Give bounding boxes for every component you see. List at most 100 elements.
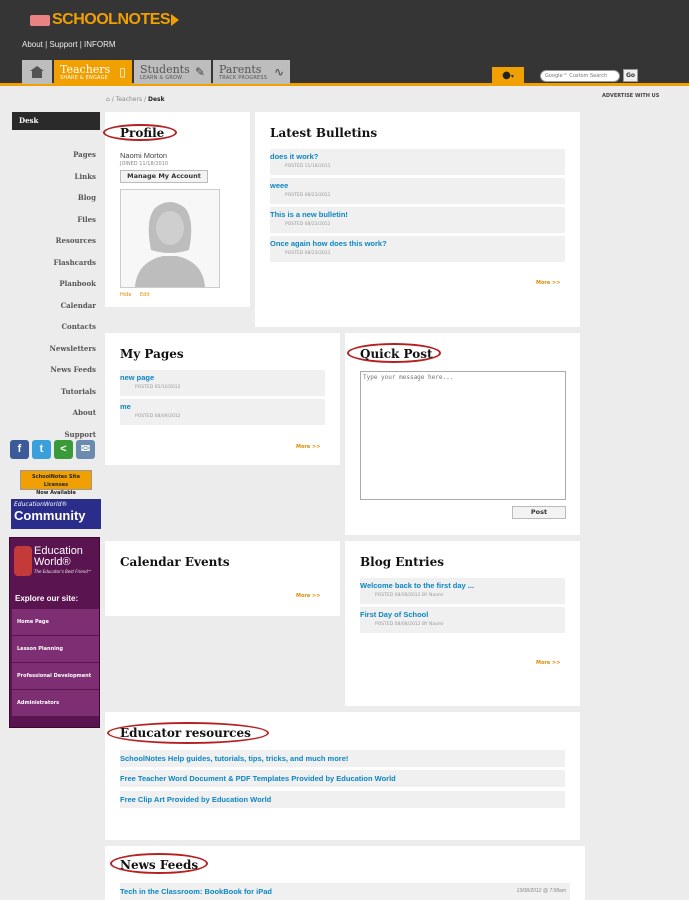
page-link[interactable]: me (120, 402, 131, 411)
logo-arrow-icon (171, 14, 180, 26)
avatar (120, 189, 220, 288)
resource-link-templates[interactable]: Free Teacher Word Document & PDF Templat… (120, 770, 565, 787)
support-link[interactable]: Support (49, 40, 77, 49)
tab-subtitle: TRACK PROGRESS (219, 74, 268, 81)
user-menu-button[interactable]: ●▾ (492, 67, 524, 85)
ew-name: Education World® (34, 545, 83, 568)
sidebar-item-pages[interactable]: Pages (12, 144, 100, 166)
page-date: POSTED 08/09/2012 (135, 414, 181, 419)
calendar-title: Calendar Events (120, 555, 230, 569)
home-icon[interactable]: ⌂ (106, 96, 110, 103)
sidebar-item-contacts[interactable]: Contacts (12, 316, 100, 338)
sidebar-nav: Desk Pages Links Blog Files Resources Fl… (12, 112, 100, 445)
link-separator: | (45, 40, 48, 49)
post-button[interactable]: Post (512, 506, 566, 519)
my-pages-panel: My Pages new page POSTED 05/10/2012 me P… (105, 333, 340, 465)
sidebar-item-flashcards[interactable]: Flashcards (12, 252, 100, 274)
edit-link[interactable]: Edit (140, 292, 150, 298)
ew-link-administrators[interactable]: Administrators (12, 690, 99, 717)
bulletin-date: POSTED 11/18/2011 (285, 164, 331, 169)
ew-community-small: EducationWorld® (14, 501, 68, 508)
search-input[interactable] (540, 70, 620, 82)
hide-link[interactable]: Hide (120, 292, 131, 298)
pulse-icon: ∿ (273, 65, 284, 79)
tab-students[interactable]: Students LEARN & GROW ✎ (134, 60, 211, 84)
page-date: POSTED 05/10/2012 (135, 385, 181, 390)
sidebar-item-links[interactable]: Links (12, 166, 100, 188)
bulletins-more-link[interactable]: More >> (536, 280, 560, 286)
twitter-icon[interactable]: t (32, 440, 51, 459)
my-pages-more-link[interactable]: More >> (296, 444, 320, 450)
site-license-banner[interactable]: SchoolNotes Site Licenses Now Available (20, 470, 92, 496)
tab-subtitle: LEARN & GROW (140, 74, 183, 81)
blog-title: Blog Entries (360, 555, 444, 569)
news-feed-item[interactable]: Tech in the Classroom: BookBook for iPad… (120, 883, 570, 900)
ew-link-lesson-planning[interactable]: Lesson Planning (12, 636, 99, 663)
bulletin-link[interactable]: does it work? (270, 152, 318, 161)
list-item: does it work? POSTED 11/18/2011 (270, 149, 565, 175)
bulletins-title: Latest Bulletins (270, 126, 378, 140)
inform-link[interactable]: INFORM (84, 40, 116, 49)
tab-home[interactable] (22, 60, 52, 84)
profile-name: Naomi Morton (120, 151, 168, 160)
sidebar-item-planbook[interactable]: Planbook (12, 273, 100, 295)
sidebar-item-about[interactable]: About (12, 402, 100, 424)
breadcrumb-desk: Desk (147, 96, 165, 103)
quick-post-textarea[interactable] (360, 371, 566, 500)
bulletin-link[interactable]: weee (270, 181, 288, 190)
blog-entry-date: POSTED 08/08/2012 BY Naomi (375, 593, 444, 598)
sidebar-item-desk[interactable]: Desk (12, 112, 100, 130)
manage-account-button[interactable]: Manage My Account (120, 170, 208, 183)
top-links: About | Support | INFORM (22, 40, 116, 49)
blog-entry-date: POSTED 08/08/2012 BY Naomi (375, 622, 444, 627)
sidebar-item-tutorials[interactable]: Tutorials (12, 381, 100, 403)
tab-teachers[interactable]: Teachers SHARE & ENGAGE ▯ (54, 60, 132, 84)
schoolnotes-logo[interactable]: SCHOOLNOTES (30, 11, 180, 28)
ew-link-professional-development[interactable]: Professional Development (12, 663, 99, 690)
ew-link-home[interactable]: Home Page (12, 609, 99, 636)
avatar-silhouette-icon (135, 202, 205, 287)
eraser-icon (30, 14, 50, 26)
sidebar-item-files[interactable]: Files (12, 209, 100, 231)
education-world-logo-icon (14, 546, 32, 576)
bulletin-date: POSTED 08/23/2011 (285, 251, 331, 256)
bulletin-link[interactable]: Once again how does this work? (270, 239, 387, 248)
profile-panel: Profile Naomi Morton JOINED 11/18/2010 M… (103, 112, 250, 307)
list-item: Once again how does this work? POSTED 08… (270, 236, 565, 262)
page-link[interactable]: new page (120, 373, 154, 382)
ew-explore-heading: Explore our site: (15, 594, 79, 603)
sidebar-item-newsletters[interactable]: Newsletters (12, 338, 100, 360)
calendar-more-link[interactable]: More >> (296, 593, 320, 599)
bulletins-panel: Latest Bulletins does it work? POSTED 11… (255, 112, 580, 327)
news-feed-link[interactable]: Tech in the Classroom: BookBook for iPad (120, 887, 272, 896)
blog-entry-link[interactable]: Welcome back to the first day ... (360, 581, 474, 590)
bulletin-link[interactable]: This is a new bulletin! (270, 210, 348, 219)
blog-more-link[interactable]: More >> (536, 660, 560, 666)
ew-community-banner[interactable]: EducationWorld® Community (11, 499, 101, 529)
ew-tagline: The Educator's Best Friend™ (34, 569, 92, 574)
facebook-icon[interactable]: f (10, 440, 29, 459)
my-pages-title: My Pages (120, 347, 184, 361)
search-go-button[interactable]: Go (623, 69, 638, 82)
news-feeds-title: News Feeds (120, 858, 199, 872)
advertise-link[interactable]: ADVERTISE WITH US (602, 93, 659, 99)
profile-title: Profile (120, 126, 165, 140)
sidebar-item-blog[interactable]: Blog (12, 187, 100, 209)
calendar-panel: Calendar Events More >> (105, 541, 340, 616)
breadcrumb-separator: / (144, 96, 147, 103)
email-icon[interactable]: ✉ (76, 440, 95, 459)
bulletin-date: POSTED 08/23/2011 (285, 193, 331, 198)
list-item: new page POSTED 05/10/2012 (120, 370, 325, 396)
breadcrumb-teachers[interactable]: Teachers (116, 96, 142, 103)
tab-title: Teachers (60, 62, 111, 76)
resource-link-clip-art[interactable]: Free Clip Art Provided by Education Worl… (120, 791, 565, 808)
sidebar-item-news-feeds[interactable]: News Feeds (12, 359, 100, 381)
about-link[interactable]: About (22, 40, 43, 49)
blog-entry-link[interactable]: First Day of School (360, 610, 428, 619)
resource-link-help[interactable]: SchoolNotes Help guides, tutorials, tips… (120, 750, 565, 767)
sidebar-item-calendar[interactable]: Calendar (12, 295, 100, 317)
quick-post-title: Quick Post (360, 347, 433, 361)
tab-parents[interactable]: Parents TRACK PROGRESS ∿ (213, 60, 290, 84)
share-icon[interactable]: < (54, 440, 73, 459)
sidebar-item-resources[interactable]: Resources (12, 230, 100, 252)
